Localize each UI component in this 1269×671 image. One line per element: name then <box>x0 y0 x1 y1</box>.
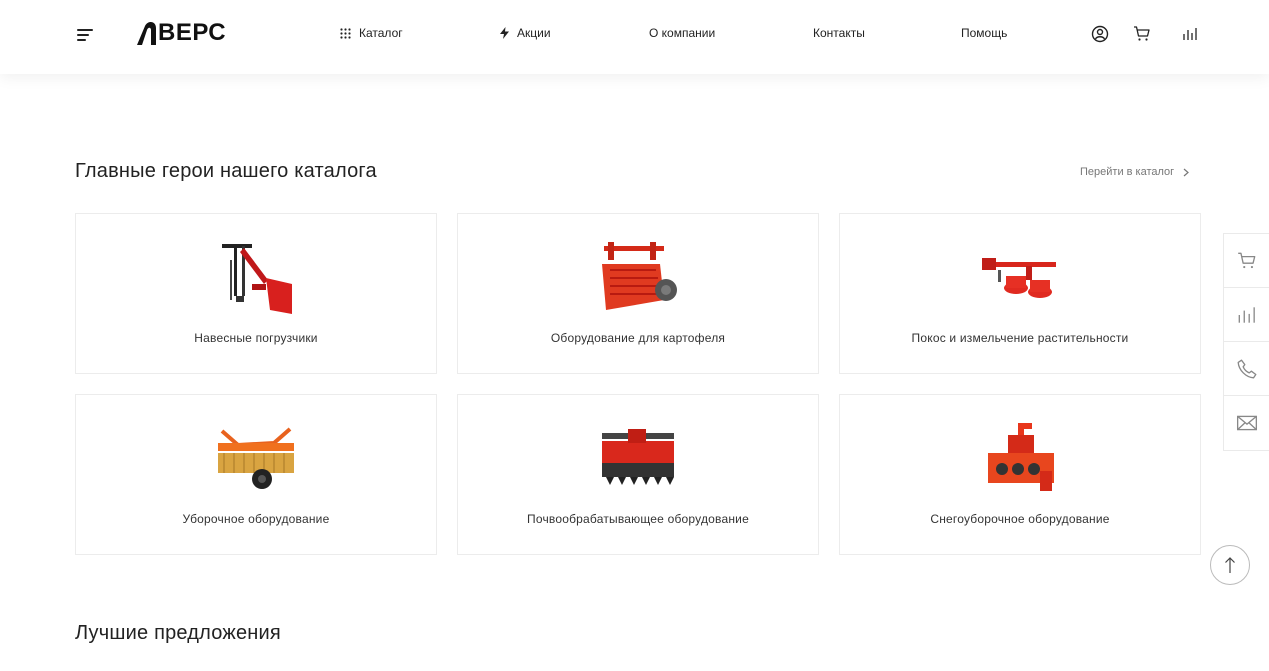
mower-product-image <box>982 258 1056 298</box>
nav-help-label: Помощь <box>961 26 1008 40</box>
tiller-product-image <box>602 429 674 485</box>
category-label: Снегоуборочное оборудование <box>930 512 1110 526</box>
snowblower-product-image <box>988 423 1054 491</box>
nav-catalog[interactable]: Каталог <box>340 26 403 40</box>
grid-icon <box>340 27 351 39</box>
potato-equipment-image <box>602 242 677 310</box>
category-card-tillage[interactable]: Почвообрабатывающее оборудование <box>457 394 819 555</box>
compare-icon <box>1238 306 1255 323</box>
side-quick-panel <box>1223 233 1269 451</box>
side-compare-button[interactable] <box>1224 288 1269 342</box>
mail-icon <box>1236 415 1258 431</box>
category-card-loaders[interactable]: Навесные погрузчики <box>75 213 437 374</box>
chevron-right-icon <box>1183 168 1190 176</box>
go-to-catalog-link[interactable]: Перейти в каталог <box>1080 166 1190 178</box>
user-icon[interactable] <box>1090 24 1110 44</box>
menu-burger-icon[interactable] <box>77 28 93 42</box>
logo-text: ВЕРС <box>158 19 227 46</box>
nav-promotions-label: Акции <box>517 26 551 40</box>
sweeper-product-image <box>218 427 294 489</box>
category-card-snow[interactable]: Снегоуборочное оборудование <box>839 394 1201 555</box>
category-label: Почвообрабатывающее оборудование <box>527 512 749 526</box>
nav-about-label: О компании <box>649 26 716 40</box>
category-label: Навесные погрузчики <box>194 331 318 345</box>
category-card-potato[interactable]: Оборудование для картофеля <box>457 213 819 374</box>
logo[interactable]: ВЕРС <box>134 19 227 46</box>
lightning-icon <box>500 27 509 39</box>
side-phone-button[interactable] <box>1224 342 1269 396</box>
category-label: Уборочное оборудование <box>182 512 330 526</box>
site-header: ВЕРС Каталог Акции О компании Контакты П… <box>0 0 1269 74</box>
cart-icon <box>1238 252 1256 268</box>
nav-contacts-label: Контакты <box>813 26 865 40</box>
side-mail-button[interactable] <box>1224 396 1269 450</box>
category-label: Оборудование для картофеля <box>550 331 726 345</box>
nav-help[interactable]: Помощь <box>961 26 1007 40</box>
phone-icon <box>1237 359 1257 378</box>
logo-mark-icon <box>137 22 156 45</box>
loader-product-image <box>222 244 292 314</box>
category-card-harvesting[interactable]: Уборочное оборудование <box>75 394 437 555</box>
go-to-catalog-label: Перейти в каталог <box>1080 166 1175 178</box>
nav-promotions[interactable]: Акции <box>500 26 551 40</box>
nav-about[interactable]: О компании <box>649 26 715 40</box>
scroll-to-top-button[interactable] <box>1210 545 1250 585</box>
nav-catalog-label: Каталог <box>359 26 403 40</box>
catalog-section-title: Главные герои нашего каталога <box>75 160 377 182</box>
side-cart-button[interactable] <box>1224 234 1269 288</box>
arrow-up-icon <box>1225 557 1235 573</box>
nav-contacts[interactable]: Контакты <box>813 26 865 40</box>
category-card-mowing[interactable]: Покос и измельчение растительности <box>839 213 1201 374</box>
offers-section-title: Лучшие предложения <box>75 622 281 644</box>
compare-icon[interactable] <box>1180 24 1200 44</box>
cart-icon[interactable] <box>1132 24 1152 44</box>
category-label: Покос и измельчение растительности <box>911 331 1129 345</box>
